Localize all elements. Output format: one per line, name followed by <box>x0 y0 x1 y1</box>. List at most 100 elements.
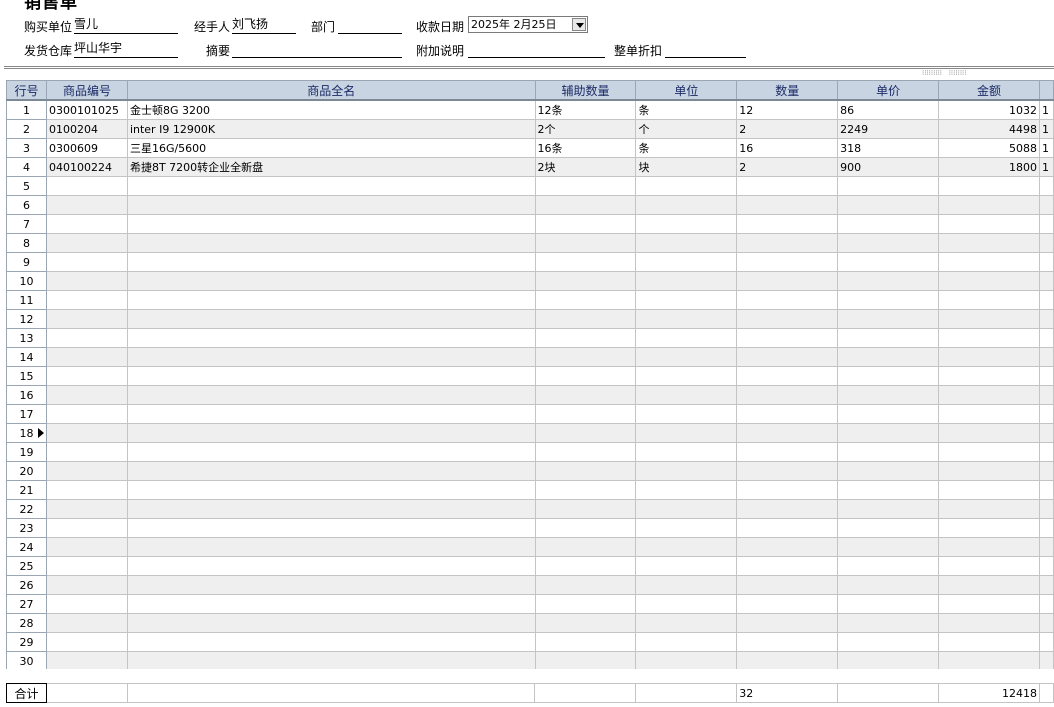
cell-qty[interactable] <box>736 575 839 595</box>
cell-qty[interactable] <box>736 461 839 481</box>
row-number[interactable]: 14 <box>6 347 47 367</box>
cell-code[interactable] <box>45 176 128 196</box>
cell-aux-qty[interactable] <box>534 233 637 253</box>
cell-extra[interactable] <box>1038 347 1054 367</box>
cell-name[interactable] <box>126 252 536 272</box>
cell-name[interactable] <box>126 347 536 367</box>
cell-aux-qty[interactable] <box>534 252 637 272</box>
table-row[interactable]: 1 0300101025 金士顿8G 3200 12条条 12 86 1032 1 <box>6 99 1054 120</box>
cell-unit[interactable] <box>635 176 738 196</box>
cell-qty[interactable] <box>736 347 839 367</box>
cell-unit[interactable] <box>635 328 738 348</box>
cell-code[interactable] <box>45 499 128 519</box>
cell-unit[interactable]: 个 <box>635 119 738 139</box>
cell-qty[interactable] <box>736 556 839 576</box>
cell-qty[interactable] <box>736 404 839 424</box>
table-row[interactable]: 23 <box>6 518 1054 538</box>
cell-name[interactable]: 金士顿8G 3200 <box>126 99 536 120</box>
table-row[interactable]: 20 <box>6 461 1054 481</box>
buyer-field[interactable]: 雪儿 <box>74 16 178 34</box>
cell-unit[interactable] <box>635 651 738 671</box>
summary-field[interactable] <box>232 40 402 58</box>
cell-unit[interactable] <box>635 632 738 652</box>
cell-amount[interactable] <box>938 195 1040 215</box>
row-number[interactable]: 15 <box>6 366 47 386</box>
cell-amount[interactable]: 1032 <box>938 99 1040 120</box>
cell-name[interactable] <box>126 480 536 500</box>
cell-price[interactable] <box>837 271 940 291</box>
cell-amount[interactable]: 4498 <box>938 119 1040 139</box>
cell-name[interactable] <box>126 214 536 234</box>
cell-code[interactable] <box>45 518 128 538</box>
table-row[interactable]: 18 <box>6 423 1054 443</box>
dept-field[interactable] <box>338 16 402 34</box>
cell-amount[interactable] <box>938 366 1040 386</box>
cell-amount[interactable] <box>938 518 1040 538</box>
cell-name[interactable] <box>126 290 536 310</box>
cell-unit[interactable]: 条 <box>635 99 738 120</box>
cell-aux-qty[interactable] <box>534 537 637 557</box>
cell-extra[interactable] <box>1038 214 1054 234</box>
cell-aux-qty[interactable] <box>534 442 637 462</box>
date-dropdown-chevron-icon[interactable] <box>572 18 586 31</box>
handler-field[interactable]: 刘飞扬 <box>232 16 296 34</box>
cell-extra[interactable] <box>1038 632 1054 652</box>
cell-qty[interactable] <box>736 328 839 348</box>
row-number[interactable]: 26 <box>6 575 47 595</box>
cell-code[interactable] <box>45 613 128 633</box>
row-number[interactable]: 13 <box>6 328 47 348</box>
cell-extra[interactable] <box>1038 442 1054 462</box>
cell-amount[interactable] <box>938 651 1040 671</box>
row-number[interactable]: 23 <box>6 518 47 538</box>
cell-name[interactable]: inter I9 12900K <box>126 119 536 139</box>
cell-qty[interactable] <box>736 385 839 405</box>
cell-aux-qty[interactable]: 12条 <box>534 99 637 120</box>
cell-extra[interactable]: 1 <box>1038 119 1054 139</box>
row-number[interactable]: 19 <box>6 442 47 462</box>
cell-extra[interactable] <box>1038 271 1054 291</box>
cell-qty[interactable]: 2 <box>736 157 839 177</box>
cell-amount[interactable] <box>938 537 1040 557</box>
row-number[interactable]: 29 <box>6 632 47 652</box>
row-number[interactable]: 25 <box>6 556 47 576</box>
table-row[interactable]: 16 <box>6 385 1054 405</box>
cell-extra[interactable] <box>1038 366 1054 386</box>
cell-unit[interactable] <box>635 556 738 576</box>
cell-price[interactable] <box>837 594 940 614</box>
row-number[interactable]: 16 <box>6 385 47 405</box>
cell-price[interactable] <box>837 575 940 595</box>
table-row[interactable]: 8 <box>6 233 1054 253</box>
table-row[interactable]: 25 <box>6 556 1054 576</box>
cell-amount[interactable] <box>938 347 1040 367</box>
cell-price[interactable] <box>837 480 940 500</box>
cell-price[interactable] <box>837 651 940 671</box>
cell-unit[interactable] <box>635 404 738 424</box>
cell-unit[interactable] <box>635 613 738 633</box>
cell-name[interactable] <box>126 613 536 633</box>
row-number[interactable]: 9 <box>6 252 47 272</box>
table-row[interactable]: 24 <box>6 537 1054 557</box>
cell-extra[interactable] <box>1038 518 1054 538</box>
cell-unit[interactable] <box>635 442 738 462</box>
cell-amount[interactable] <box>938 556 1040 576</box>
cell-extra[interactable] <box>1038 613 1054 633</box>
cell-extra[interactable] <box>1038 461 1054 481</box>
cell-unit[interactable] <box>635 594 738 614</box>
cell-qty[interactable] <box>736 271 839 291</box>
cell-code[interactable]: 040100224 <box>45 157 128 177</box>
cell-extra[interactable]: 1 <box>1038 99 1054 120</box>
cell-extra[interactable] <box>1038 423 1054 443</box>
cell-code[interactable] <box>45 328 128 348</box>
cell-name[interactable] <box>126 309 536 329</box>
cell-unit[interactable] <box>635 499 738 519</box>
cell-amount[interactable] <box>938 328 1040 348</box>
cell-code[interactable] <box>45 252 128 272</box>
col-header-code[interactable]: 商品编号 <box>45 80 128 101</box>
table-row[interactable]: 27 <box>6 594 1054 614</box>
cell-aux-qty[interactable] <box>534 214 637 234</box>
cell-price[interactable]: 318 <box>837 138 940 158</box>
cell-qty[interactable]: 12 <box>736 99 839 120</box>
cell-amount[interactable] <box>938 442 1040 462</box>
cell-price[interactable]: 2249 <box>837 119 940 139</box>
cell-qty[interactable] <box>736 366 839 386</box>
